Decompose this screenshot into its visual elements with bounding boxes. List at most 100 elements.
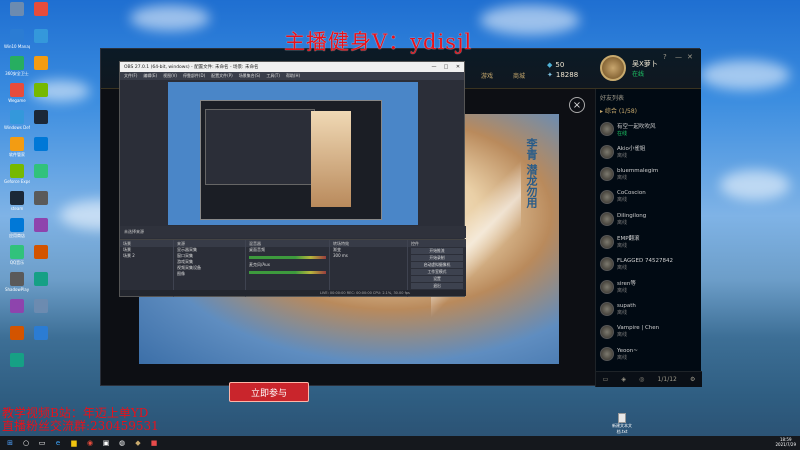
desktop-icon[interactable] bbox=[28, 191, 54, 206]
desktop-icon[interactable]: steam bbox=[4, 191, 30, 211]
obs-menu-item[interactable]: 场景集合(S) bbox=[239, 73, 261, 79]
desktop-icon[interactable]: Geforce Experience bbox=[4, 164, 30, 184]
obs-menu-item[interactable]: 文件(F) bbox=[124, 73, 137, 79]
obs-control-button[interactable]: 启动虚拟摄像机 bbox=[411, 262, 463, 268]
friend-avatar bbox=[600, 302, 614, 317]
friend-item[interactable]: Vampire | Chen 离线 bbox=[596, 321, 701, 344]
desktop-file-label: 新建文本文档.txt bbox=[612, 423, 632, 434]
friend-item[interactable]: Akio小雀姐 离线 bbox=[596, 141, 701, 164]
obs-taskbar-icon[interactable]: ◍ bbox=[116, 438, 128, 448]
explorer-icon[interactable]: ▆ bbox=[68, 438, 80, 448]
obs-minimize-button[interactable]: — bbox=[428, 64, 440, 70]
desktop-icon[interactable] bbox=[28, 218, 54, 233]
friend-item[interactable]: siren等 离线 bbox=[596, 276, 701, 299]
friend-item[interactable]: 有空一起吹吹风 在线 bbox=[596, 118, 701, 141]
friend-avatar bbox=[600, 347, 614, 362]
obs-control-button[interactable]: 设置 bbox=[411, 276, 463, 282]
profile-avatar[interactable] bbox=[600, 55, 626, 81]
desktop-icon[interactable] bbox=[28, 245, 54, 260]
friend-item[interactable]: Yeoon~ 离线 bbox=[596, 343, 701, 366]
obs-preview[interactable] bbox=[168, 82, 418, 225]
desktop-icon[interactable]: 应用商店 bbox=[4, 218, 30, 238]
desktop-icon[interactable]: ShadowPlay bbox=[4, 272, 30, 292]
obs-menu-item[interactable]: 帮助(H) bbox=[286, 73, 300, 79]
desktop-icon[interactable]: Windows Defender bbox=[4, 110, 30, 130]
desktop-icon[interactable]: Win10 Manager bbox=[4, 29, 30, 49]
desktop-icon-label: Win10 Manager bbox=[4, 44, 30, 49]
obs-control-button[interactable]: 退出 bbox=[411, 283, 463, 289]
desktop-icon[interactable] bbox=[28, 2, 54, 17]
nav-store[interactable]: 商城 bbox=[513, 71, 525, 80]
help-icon[interactable]: ? bbox=[663, 53, 667, 61]
desktop-audio-meter[interactable] bbox=[249, 256, 326, 259]
desktop-icon[interactable] bbox=[4, 326, 30, 341]
desktop-icon[interactable]: 360安全卫士 bbox=[4, 56, 30, 76]
close-icon[interactable]: × bbox=[569, 97, 585, 113]
desktop-icon[interactable] bbox=[28, 110, 54, 125]
desktop-icon[interactable] bbox=[28, 326, 54, 341]
desktop-icon[interactable] bbox=[28, 29, 54, 44]
desktop-icon[interactable]: Wegame bbox=[4, 83, 30, 103]
obs-menu-item[interactable]: 配置文件(P) bbox=[211, 73, 233, 79]
desktop-icon[interactable] bbox=[28, 164, 54, 179]
friend-item[interactable]: Dilingilong 离线 bbox=[596, 208, 701, 231]
obs-maximize-button[interactable]: □ bbox=[440, 64, 452, 70]
obs-menu-item[interactable]: 视图(V) bbox=[163, 73, 177, 79]
obs-close-button[interactable]: ✕ bbox=[452, 64, 464, 70]
transition-duration[interactable]: 300 ms bbox=[330, 253, 407, 259]
minimize-button[interactable]: — bbox=[675, 53, 682, 61]
friend-item[interactable]: CoCoscion 离线 bbox=[596, 186, 701, 209]
task-view-icon[interactable]: ▭ bbox=[36, 438, 48, 448]
app-icon bbox=[34, 191, 48, 205]
store-icon[interactable]: ▣ bbox=[100, 438, 112, 448]
desktop-icon[interactable] bbox=[4, 353, 30, 368]
settings-icon[interactable]: ⚙ bbox=[690, 376, 695, 383]
summoner-status[interactable]: 在线 bbox=[632, 69, 644, 78]
mic-audio-meter[interactable] bbox=[249, 271, 326, 274]
desktop-icon[interactable] bbox=[28, 299, 54, 314]
desktop-icon[interactable] bbox=[28, 83, 54, 98]
lol-taskbar-icon[interactable]: ◆ bbox=[132, 438, 144, 448]
friend-avatar bbox=[600, 144, 614, 159]
mic-icon[interactable]: ◎ bbox=[639, 376, 644, 383]
edge-icon[interactable]: e bbox=[52, 438, 64, 448]
close-button[interactable]: ✕ bbox=[687, 53, 693, 61]
join-now-button[interactable]: 立即参与 bbox=[229, 382, 309, 402]
friend-item[interactable]: bluemmalegim 离线 bbox=[596, 163, 701, 186]
friends-panel: 好友列表 ▸ 综合 (1/58) 有空一起吹吹风 在线 Akio小雀姐 离线 bluem… bbox=[595, 89, 702, 387]
friend-item[interactable]: FLAGGED 74527842 离线 bbox=[596, 253, 701, 276]
desktop-icon[interactable] bbox=[28, 272, 54, 287]
clock-date: 2021/7/29 bbox=[775, 442, 796, 447]
friends-group-label[interactable]: ▸ 综合 (1/58) bbox=[596, 103, 701, 118]
desktop-icon[interactable]: QQ音乐 bbox=[4, 245, 30, 265]
sources-dock: 来源 显示器采集 窗口采集 游戏采集 视频采集设备 图像 bbox=[174, 240, 246, 297]
desktop-icon[interactable] bbox=[4, 2, 30, 17]
obs-menu-item[interactable]: 停靠部件(D) bbox=[183, 73, 205, 79]
obs-control-button[interactable]: 开始推流 bbox=[411, 248, 463, 254]
obs-control-button[interactable]: 开始录制 bbox=[411, 255, 463, 261]
nav-play[interactable]: 游戏 bbox=[481, 71, 493, 80]
clock[interactable]: 18:59 2021/7/29 bbox=[775, 437, 796, 447]
obs-menu-item[interactable]: 编辑(E) bbox=[143, 73, 157, 79]
friend-item[interactable]: supath 离线 bbox=[596, 298, 701, 321]
scene-item[interactable]: 场景 2 bbox=[120, 253, 173, 259]
chrome-icon[interactable]: ◉ bbox=[84, 438, 96, 448]
friend-avatar bbox=[600, 324, 614, 339]
wegame-taskbar-icon[interactable]: ■ bbox=[148, 438, 160, 448]
obs-menu-item[interactable]: 工具(T) bbox=[266, 73, 280, 79]
search-icon[interactable]: ○ bbox=[20, 438, 32, 448]
friend-status: 离线 bbox=[617, 264, 628, 271]
desktop-text-file[interactable]: 新建文本文档.txt bbox=[612, 413, 632, 435]
obs-control-button[interactable]: 工作室模式 bbox=[411, 269, 463, 275]
desktop-icon[interactable]: 软件管家 bbox=[4, 137, 30, 157]
notification-icon[interactable]: ◈ bbox=[621, 376, 626, 383]
friend-item[interactable]: EMP翻滚 离线 bbox=[596, 231, 701, 254]
chat-icon[interactable]: ▭ bbox=[603, 376, 609, 383]
app-icon bbox=[34, 2, 48, 16]
desktop-icon[interactable] bbox=[4, 299, 30, 314]
app-icon bbox=[10, 326, 24, 340]
desktop-icon[interactable] bbox=[28, 56, 54, 71]
desktop-icon[interactable] bbox=[28, 137, 54, 152]
start-button[interactable]: ⊞ bbox=[4, 438, 16, 448]
source-item[interactable]: 图像 bbox=[174, 271, 245, 277]
